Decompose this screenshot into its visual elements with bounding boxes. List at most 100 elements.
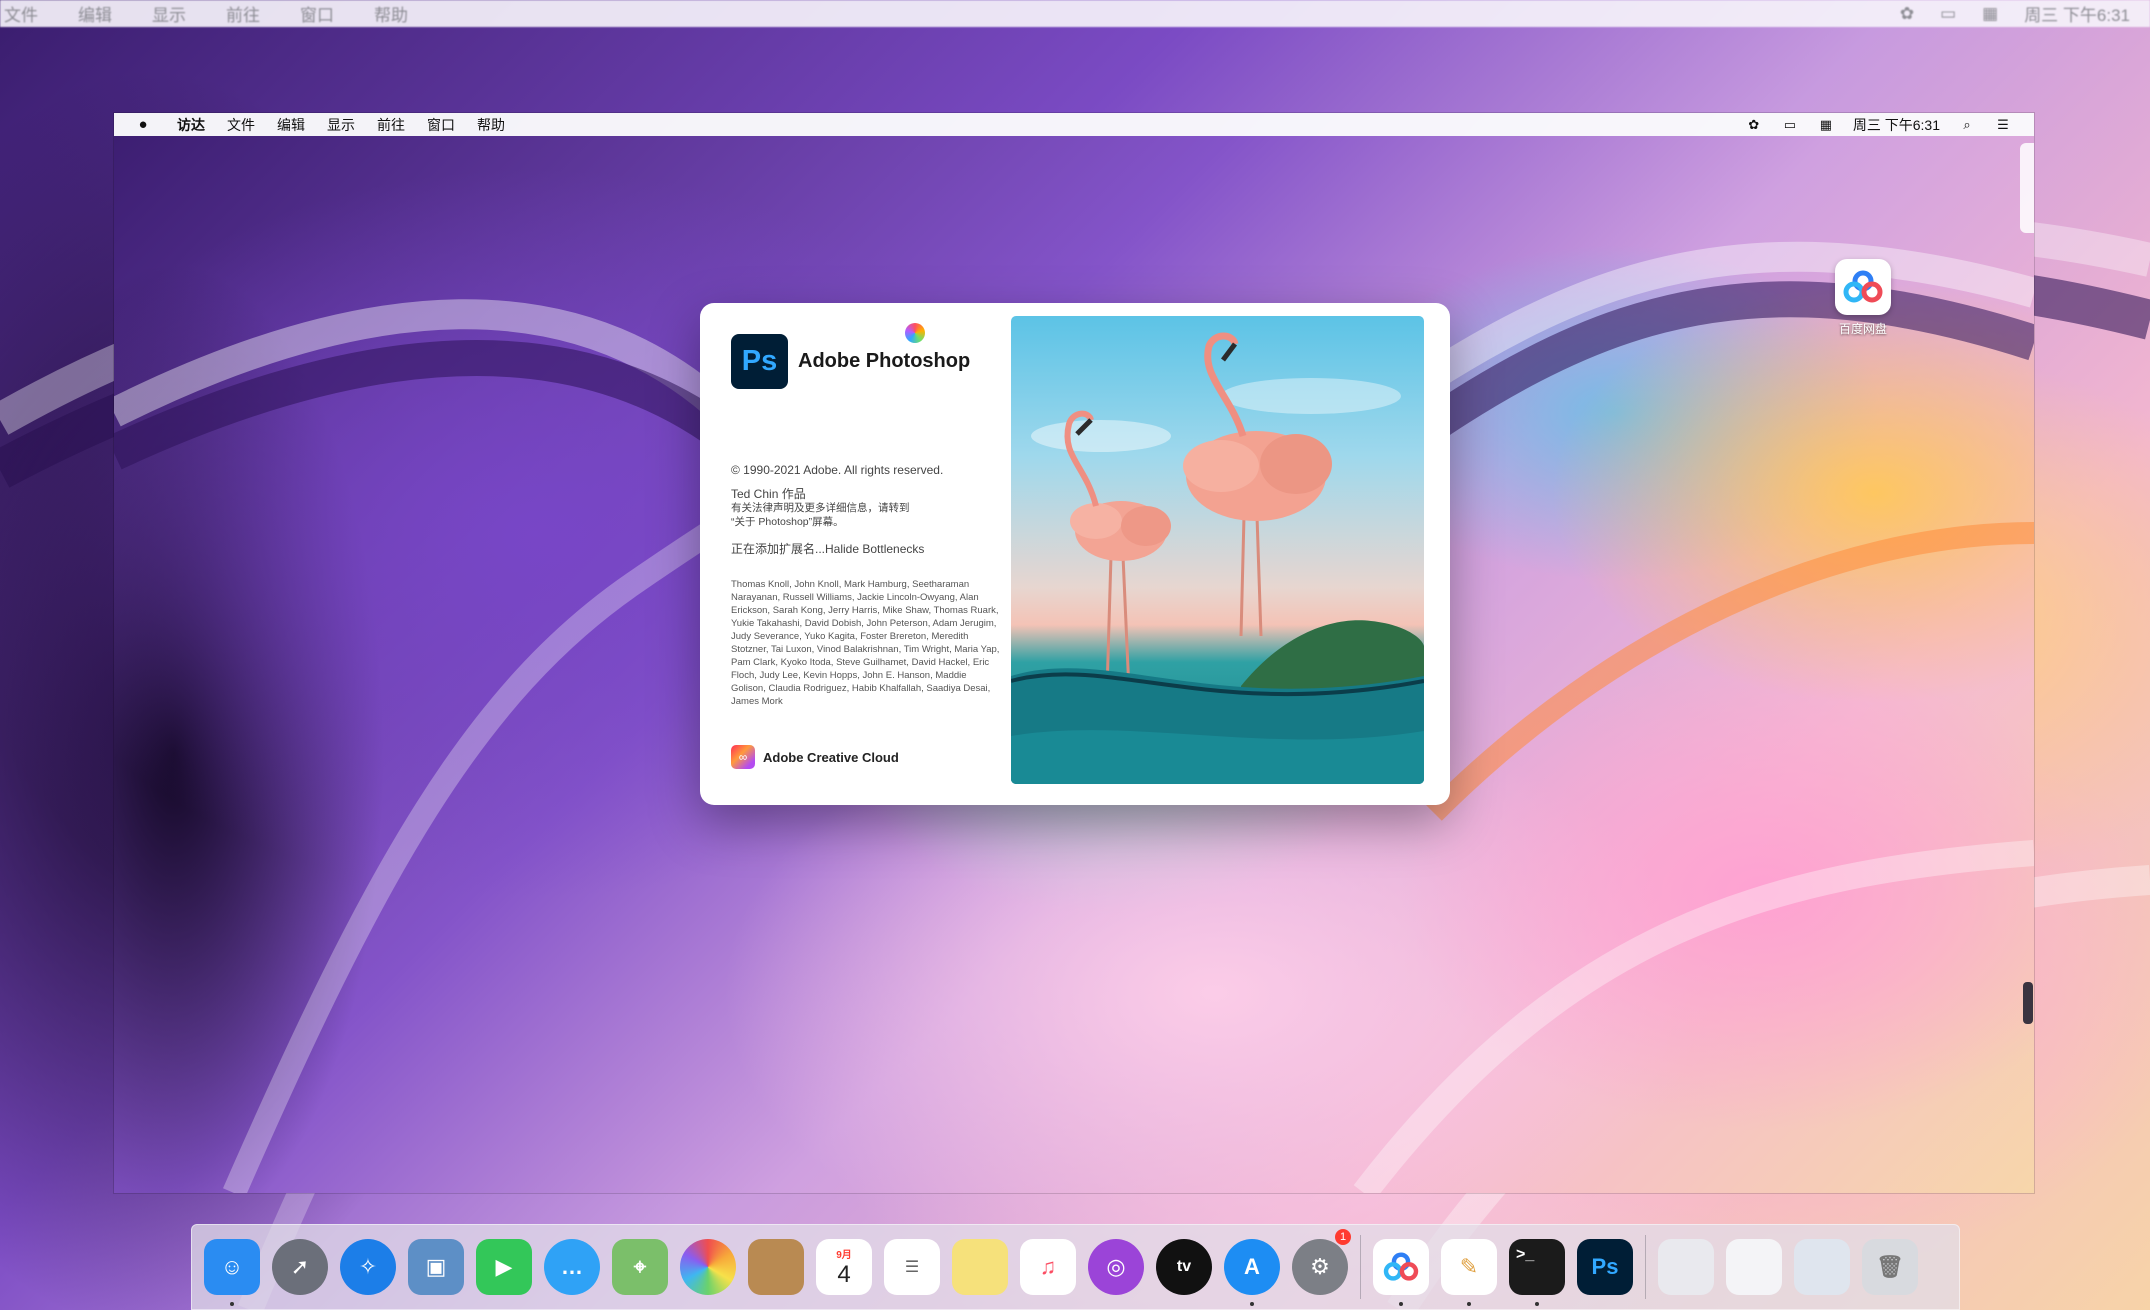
reminders-list-icon: ☰ bbox=[884, 1239, 940, 1295]
photoshop-logo-icon: Ps bbox=[731, 334, 788, 389]
running-indicator bbox=[1535, 1302, 1539, 1306]
loading-status: 正在添加扩展名...Halide Bottlenecks bbox=[731, 542, 925, 556]
baidu-netdisk-icon bbox=[1373, 1239, 1429, 1295]
artwork-credit: Ted Chin 作品 有关法律声明及更多详细信息，请转到 “关于 Photos… bbox=[731, 487, 971, 529]
outer-dock-maps[interactable]: ⌖ bbox=[606, 1225, 674, 1309]
gear-icon: ⚙ bbox=[1292, 1239, 1348, 1295]
preview-icon: ▣ bbox=[408, 1239, 464, 1295]
outer-dock-apple-tv[interactable]: tv bbox=[1150, 1225, 1218, 1309]
outer-dock-image-stack[interactable] bbox=[1788, 1225, 1856, 1309]
outer-menu-edit: 编辑 bbox=[78, 6, 112, 25]
credits-list: Thomas Knoll, John Knoll, Mark Hamburg, … bbox=[731, 579, 1000, 707]
running-indicator bbox=[1250, 1302, 1254, 1306]
outer-baidu-status-icon: ✿ bbox=[1899, 3, 1915, 23]
baidu-netdisk-icon bbox=[1835, 259, 1891, 315]
outer-menu-go: 前往 bbox=[226, 6, 260, 25]
spotlight-search-icon[interactable]: ⌕ bbox=[1958, 117, 1976, 132]
outer-dock-notebook[interactable] bbox=[742, 1225, 810, 1309]
running-indicator bbox=[1467, 1302, 1471, 1306]
outer-menu-view: 显示 bbox=[152, 6, 186, 25]
notebook-icon bbox=[748, 1239, 804, 1295]
app-store-icon: A bbox=[1224, 1239, 1280, 1295]
document-preview-icon bbox=[1726, 1239, 1782, 1295]
menu-bar: ● 访达 文件 编辑 显示 前往 窗口 帮助 ✿ ▭ ▦ 周三 下午6:31 ⌕… bbox=[114, 113, 2034, 136]
outer-dock-podcasts[interactable]: ◎ bbox=[1082, 1225, 1150, 1309]
messages-bubble-icon: … bbox=[544, 1239, 600, 1295]
outer-dock-system-preferences[interactable]: ⚙ 1 bbox=[1286, 1225, 1354, 1309]
facetime-camera-icon: ▶ bbox=[476, 1239, 532, 1295]
photos-flower-icon bbox=[680, 1239, 736, 1295]
pencil-icon: ✎ bbox=[1441, 1239, 1497, 1295]
baidu-netdisk-status-icon[interactable]: ✿ bbox=[1745, 117, 1763, 132]
creative-cloud-footer: ∞ Adobe Creative Cloud bbox=[731, 745, 899, 769]
apple-tv-icon: tv bbox=[1156, 1239, 1212, 1295]
outer-dock-facetime[interactable]: ▶ bbox=[470, 1225, 538, 1309]
outer-clock: 周三 下午6:31 bbox=[2024, 6, 2130, 25]
music-note-icon: ♫ bbox=[1020, 1239, 1076, 1295]
outer-dock-pencil-app[interactable]: ✎ bbox=[1435, 1225, 1503, 1309]
outer-dock-stickies[interactable] bbox=[946, 1225, 1014, 1309]
terminal-prompt-icon: >_ bbox=[1509, 1239, 1565, 1295]
outer-dock-photos[interactable] bbox=[674, 1225, 742, 1309]
maps-icon: ⌖ bbox=[612, 1239, 668, 1295]
outer-dock: ☺ ➚ ✧ ▣ ▶ … ⌖ 9月 4 ☰ ♫ ◎ tv A ⚙ 1 ✎ >_ Ps … bbox=[191, 1224, 1960, 1310]
outer-dock-trash[interactable]: 🗑 bbox=[1856, 1225, 1924, 1309]
photoshop-splash-screen: Ps Adobe Photoshop © 1990-2021 Adobe. Al… bbox=[700, 303, 1450, 805]
inner-screen: ● 访达 文件 编辑 显示 前往 窗口 帮助 ✿ ▭ ▦ 周三 下午6:31 ⌕… bbox=[114, 113, 2034, 1193]
outer-dock-safari[interactable]: ✧ bbox=[334, 1225, 402, 1309]
apple-menu-icon[interactable]: ● bbox=[132, 116, 154, 133]
photoshop-icon: Ps bbox=[1577, 1239, 1633, 1295]
copyright-text: © 1990-2021 Adobe. All rights reserved. bbox=[731, 463, 944, 477]
legal-line-1: 有关法律声明及更多详细信息，请转到 bbox=[731, 502, 910, 514]
podcasts-icon: ◎ bbox=[1088, 1239, 1144, 1295]
menu-file[interactable]: 文件 bbox=[216, 115, 266, 135]
input-method-icon[interactable]: ▦ bbox=[1817, 117, 1835, 132]
notification-center-icon[interactable]: ☰ bbox=[1994, 117, 2012, 132]
display-mirroring-icon[interactable]: ▭ bbox=[1781, 117, 1799, 132]
notification-badge: 1 bbox=[1335, 1229, 1351, 1245]
outer-dock-photoshop[interactable]: Ps bbox=[1571, 1225, 1639, 1309]
outer-dock-calendar[interactable]: 9月 4 bbox=[810, 1225, 878, 1309]
outer-dock-document-preview[interactable] bbox=[1720, 1225, 1788, 1309]
creative-cloud-icon: ∞ bbox=[731, 745, 755, 769]
image-stack-icon bbox=[1794, 1239, 1850, 1295]
running-indicator bbox=[230, 1302, 234, 1306]
trash-icon: 🗑 bbox=[1862, 1239, 1918, 1295]
outer-dock-launchpad[interactable]: ➚ bbox=[266, 1225, 334, 1309]
outer-menu-help: 帮助 bbox=[374, 6, 408, 25]
calendar-month: 9月 bbox=[836, 1249, 852, 1261]
calendar-icon: 9月 4 bbox=[816, 1239, 872, 1295]
menu-window[interactable]: 窗口 bbox=[416, 115, 466, 135]
outer-dock-document-stack[interactable] bbox=[1652, 1225, 1720, 1309]
outer-menu-bar: 文件 编辑 显示 前往 窗口 帮助 ✿ ▭ ▦ 周三 下午6:31 bbox=[0, 0, 2150, 27]
outer-dock-app-store[interactable]: A bbox=[1218, 1225, 1286, 1309]
safari-compass-icon: ✧ bbox=[340, 1239, 396, 1295]
outer-input-icon: ▦ bbox=[1982, 3, 1999, 23]
desktop-icon-baidu-netdisk[interactable]: 百度网盘 bbox=[1818, 259, 1908, 337]
menu-edit[interactable]: 编辑 bbox=[266, 115, 316, 135]
outer-display-icon: ▭ bbox=[1940, 3, 1957, 23]
outer-dock-messages[interactable]: … bbox=[538, 1225, 606, 1309]
menu-view[interactable]: 显示 bbox=[316, 115, 366, 135]
running-indicator bbox=[1399, 1302, 1403, 1306]
stickies-note-icon bbox=[952, 1239, 1008, 1295]
outer-dock-reminders[interactable]: ☰ bbox=[878, 1225, 946, 1309]
outer-dock-music[interactable]: ♫ bbox=[1014, 1225, 1082, 1309]
outer-dock-preview[interactable]: ▣ bbox=[402, 1225, 470, 1309]
menu-go[interactable]: 前往 bbox=[366, 115, 416, 135]
splash-artwork bbox=[1011, 316, 1424, 784]
flamingo-illustration bbox=[1011, 332, 1424, 784]
legal-line-2: “关于 Photoshop”屏幕。 bbox=[731, 516, 844, 528]
menu-help[interactable]: 帮助 bbox=[466, 115, 516, 135]
outer-dock-terminal[interactable]: >_ bbox=[1503, 1225, 1571, 1309]
document-stack-icon bbox=[1658, 1239, 1714, 1295]
offscreen-window-edge bbox=[2020, 143, 2034, 233]
creative-cloud-color-dot-icon bbox=[905, 323, 925, 343]
launchpad-icon: ➚ bbox=[272, 1239, 328, 1295]
menu-clock[interactable]: 周三 下午6:31 bbox=[1853, 115, 1940, 135]
resize-handle[interactable] bbox=[2023, 982, 2033, 1024]
outer-dock-baidu-netdisk[interactable] bbox=[1367, 1225, 1435, 1309]
dock-separator bbox=[1360, 1235, 1361, 1299]
outer-dock-finder[interactable]: ☺ bbox=[198, 1225, 266, 1309]
menu-finder[interactable]: 访达 bbox=[166, 115, 216, 135]
